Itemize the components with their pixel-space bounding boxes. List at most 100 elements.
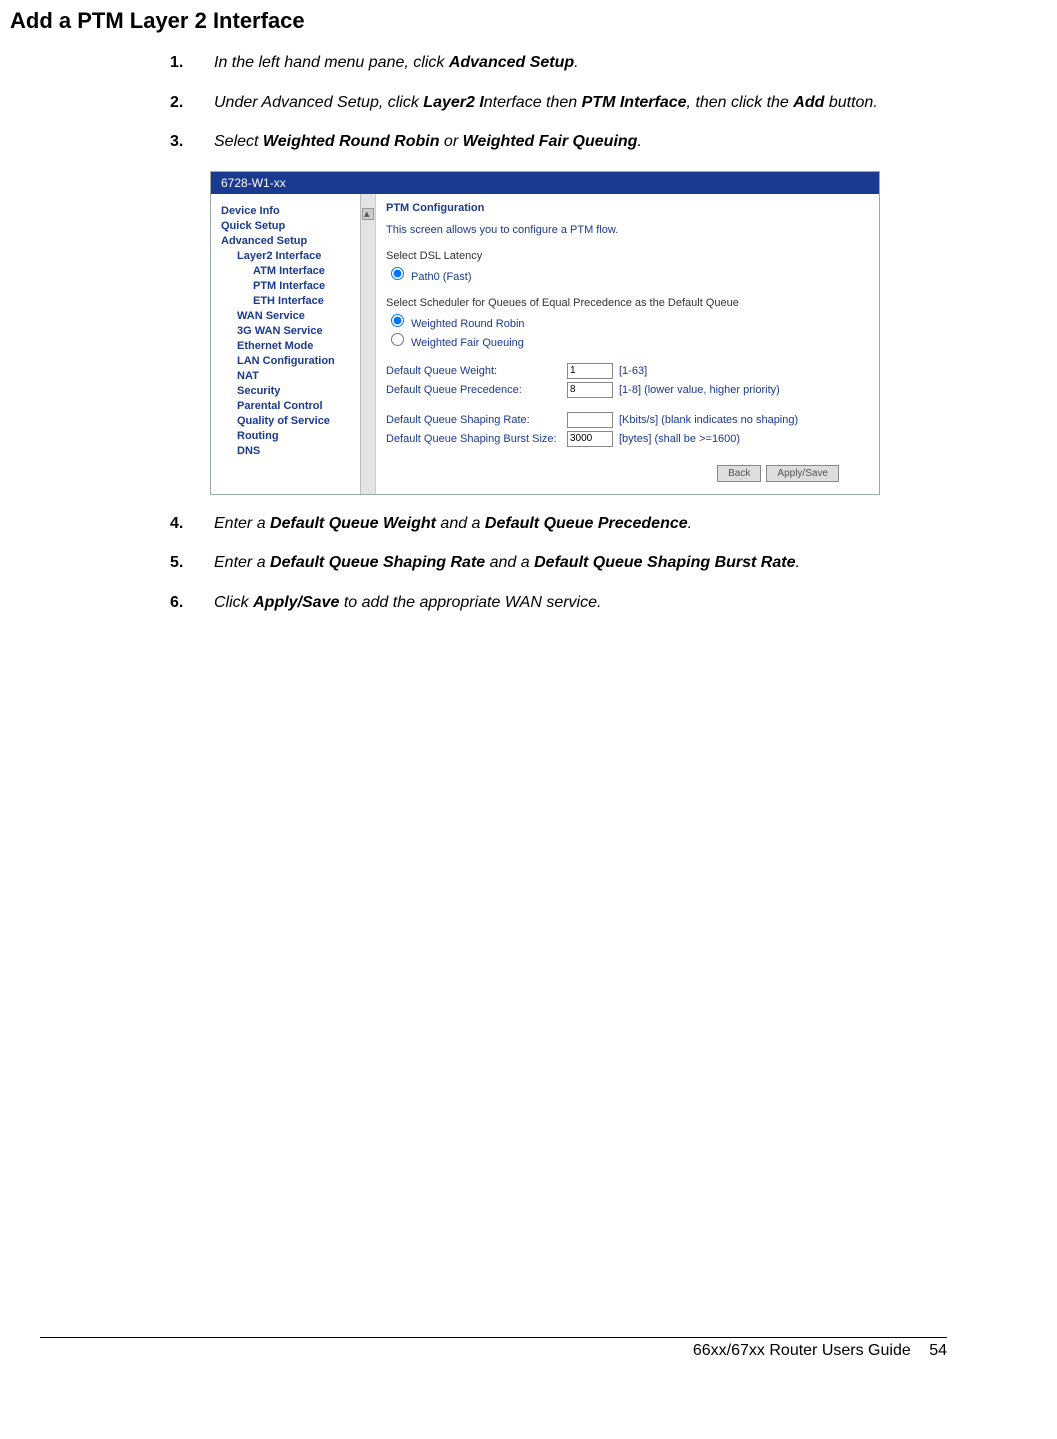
panel-heading: PTM Configuration: [386, 202, 869, 214]
emphasis: Default Queue Shaping Burst Rate: [534, 554, 795, 571]
shaping-rate-input[interactable]: [567, 412, 613, 428]
text: , then click the: [687, 94, 794, 111]
nav-link[interactable]: Security: [237, 385, 369, 397]
text: .: [574, 54, 578, 71]
latency-radio[interactable]: [391, 267, 404, 280]
queue-precedence-hint: [1-8] (lower value, higher priority): [619, 384, 780, 396]
back-button[interactable]: Back: [717, 465, 761, 482]
scheduler-label: Select Scheduler for Queues of Equal Pre…: [386, 297, 869, 309]
queue-weight-hint: [1-63]: [619, 365, 647, 377]
nav-link[interactable]: Quick Setup: [221, 220, 369, 232]
step-text: Click Apply/Save to add the appropriate …: [214, 592, 947, 614]
shaping-rate-hint: [Kbits/s] (blank indicates no shaping): [619, 414, 798, 426]
panel-intro: This screen allows you to configure a PT…: [386, 224, 869, 236]
scheduler-radio-wrr[interactable]: [391, 314, 404, 327]
emphasis: Advanced Setup: [449, 54, 574, 71]
scroll-up-icon[interactable]: [362, 208, 374, 220]
text: In the left hand menu pane, click: [214, 54, 449, 71]
text: and a: [485, 554, 534, 571]
option-label: Weighted Fair Queuing: [411, 337, 524, 349]
nav-link[interactable]: DNS: [237, 445, 369, 457]
page-footer: 66xx/67xx Router Users Guide 54: [40, 1337, 947, 1360]
scrollbar[interactable]: [360, 194, 375, 494]
sidebar-nav: Device Info Quick Setup Advanced Setup Laye…: [211, 194, 376, 494]
step-number: 1.: [170, 52, 214, 74]
nav-link[interactable]: Parental Control: [237, 400, 369, 412]
text: button.: [824, 94, 877, 111]
scheduler-option-wrr[interactable]: Weighted Round Robin: [386, 311, 869, 330]
text: .: [688, 515, 692, 532]
shaping-burst-input[interactable]: [567, 431, 613, 447]
nav-link[interactable]: NAT: [237, 370, 369, 382]
nav-link[interactable]: ATM Interface: [253, 265, 369, 277]
step-number: 5.: [170, 552, 214, 574]
step-6: 6. Click Apply/Save to add the appropria…: [170, 592, 947, 614]
guide-title: 66xx/67xx Router Users Guide: [693, 1342, 911, 1359]
step-number: 3.: [170, 131, 214, 153]
step-text: Select Weighted Round Robin or Weighted …: [214, 131, 947, 153]
text: .: [637, 133, 641, 150]
emphasis: Default Queue Shaping Rate: [270, 554, 485, 571]
queue-weight-label: Default Queue Weight:: [386, 365, 561, 377]
page-number: 54: [929, 1342, 947, 1359]
text: .: [795, 554, 799, 571]
option-label: Weighted Round Robin: [411, 318, 525, 330]
scheduler-radio-wfq[interactable]: [391, 333, 404, 346]
step-4: 4. Enter a Default Queue Weight and a De…: [170, 513, 947, 535]
shaping-burst-hint: [bytes] (shall be >=1600): [619, 433, 740, 445]
page-title: Add a PTM Layer 2 Interface: [10, 8, 947, 34]
step-number: 6.: [170, 592, 214, 614]
step-text: In the left hand menu pane, click Advanc…: [214, 52, 947, 74]
emphasis: Weighted Round Robin: [263, 133, 440, 150]
step-number: 4.: [170, 513, 214, 535]
step-number: 2.: [170, 92, 214, 114]
emphasis: PTM Interface: [582, 94, 687, 111]
step-2: 2. Under Advanced Setup, click Layer2 In…: [170, 92, 947, 114]
latency-option[interactable]: Path0 (Fast): [386, 264, 869, 283]
text: Click: [214, 594, 253, 611]
step-text: Enter a Default Queue Weight and a Defau…: [214, 513, 947, 535]
nav-link[interactable]: Routing: [237, 430, 369, 442]
text: Enter a: [214, 515, 270, 532]
emphasis: Layer2 I: [423, 94, 483, 111]
window-titlebar: 6728-W1-xx: [211, 172, 879, 194]
step-5: 5. Enter a Default Queue Shaping Rate an…: [170, 552, 947, 574]
nav-link[interactable]: Quality of Service: [237, 415, 369, 427]
nav-link[interactable]: WAN Service: [237, 310, 369, 322]
step-3: 3. Select Weighted Round Robin or Weight…: [170, 131, 947, 153]
shaping-rate-label: Default Queue Shaping Rate:: [386, 414, 561, 426]
shaping-burst-label: Default Queue Shaping Burst Size:: [386, 433, 561, 445]
scheduler-option-wfq[interactable]: Weighted Fair Queuing: [386, 330, 869, 349]
text: nterface then: [484, 94, 582, 111]
text: Select: [214, 133, 263, 150]
text: or: [439, 133, 462, 150]
queue-precedence-input[interactable]: [567, 382, 613, 398]
main-panel: PTM Configuration This screen allows you…: [376, 194, 879, 494]
queue-weight-input[interactable]: [567, 363, 613, 379]
option-label: Path0 (Fast): [411, 271, 472, 283]
router-screenshot: 6728-W1-xx Device Info Quick Setup Advance…: [210, 171, 880, 495]
nav-link[interactable]: Layer2 Interface: [237, 250, 369, 262]
text: Under Advanced Setup, click: [214, 94, 423, 111]
text: and a: [436, 515, 485, 532]
nav-link[interactable]: Ethernet Mode: [237, 340, 369, 352]
nav-link[interactable]: Advanced Setup: [221, 235, 369, 247]
nav-link[interactable]: PTM Interface: [253, 280, 369, 292]
nav-link[interactable]: Device Info: [221, 205, 369, 217]
step-text: Enter a Default Queue Shaping Rate and a…: [214, 552, 947, 574]
step-1: 1. In the left hand menu pane, click Adv…: [170, 52, 947, 74]
emphasis: Add: [793, 94, 824, 111]
nav-link[interactable]: ETH Interface: [253, 295, 369, 307]
apply-save-button[interactable]: Apply/Save: [766, 465, 839, 482]
step-text: Under Advanced Setup, click Layer2 Inter…: [214, 92, 947, 114]
dsl-latency-label: Select DSL Latency: [386, 250, 869, 262]
queue-precedence-label: Default Queue Precedence:: [386, 384, 561, 396]
emphasis: Apply/Save: [253, 594, 339, 611]
emphasis: Default Queue Precedence: [485, 515, 688, 532]
text: to add the appropriate WAN service.: [339, 594, 601, 611]
text: Enter a: [214, 554, 270, 571]
nav-link[interactable]: LAN Configuration: [237, 355, 369, 367]
emphasis: Default Queue Weight: [270, 515, 436, 532]
nav-link[interactable]: 3G WAN Service: [237, 325, 369, 337]
emphasis: Weighted Fair Queuing: [463, 133, 638, 150]
